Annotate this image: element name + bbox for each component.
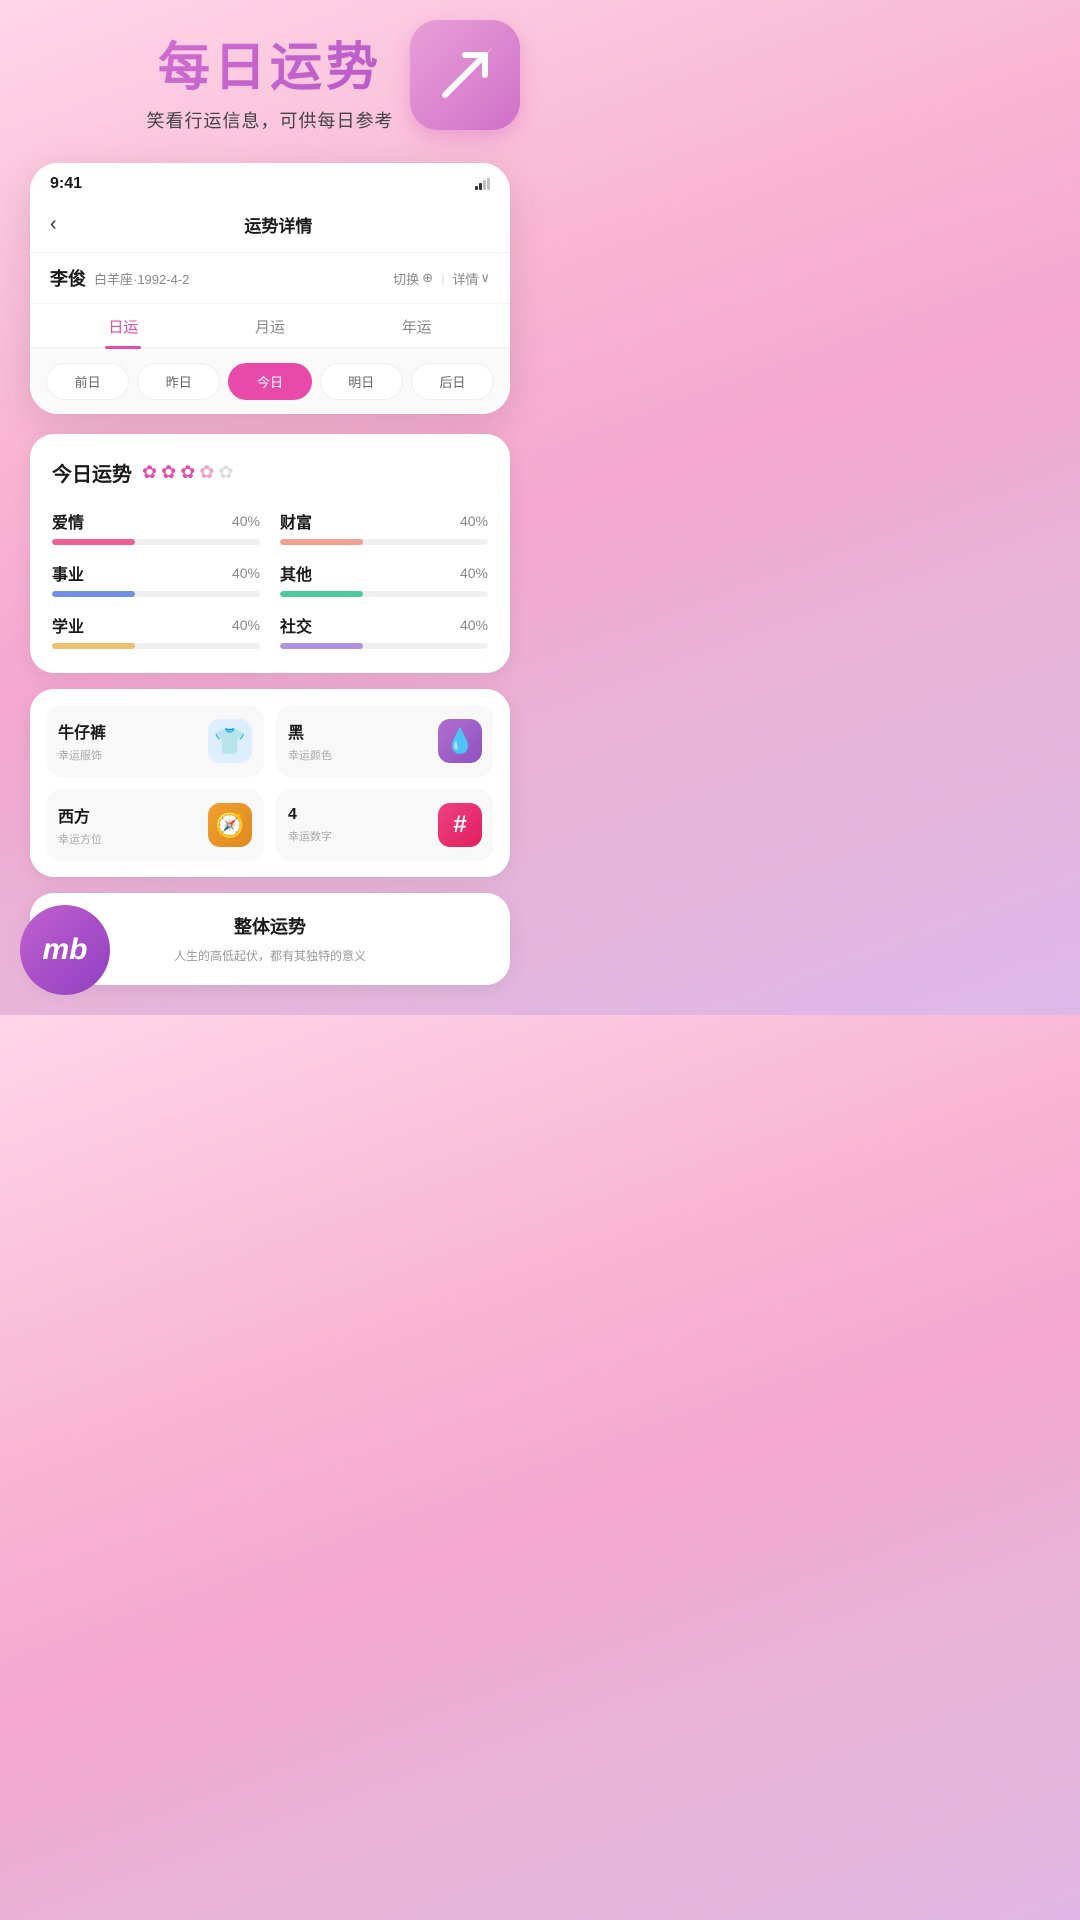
lucky-number-icon: # [438, 803, 482, 847]
fortune-career-bar [52, 591, 260, 597]
lucky-clothing-desc: 幸运服饰 [58, 747, 106, 763]
detail-button[interactable]: 详情 ∨ [452, 269, 490, 288]
signal-icon [475, 178, 490, 190]
lucky-number: 4 幸运数字 # [276, 789, 494, 861]
fortune-love-bar [52, 539, 260, 545]
fortune-wealth-fill [280, 539, 363, 545]
profile-info: 白羊座·1992-4-2 [94, 269, 189, 288]
fortune-career-label: 事业 [52, 561, 84, 585]
header-section: 每日运势 笑看行运信息，可供每日参考 [30, 40, 510, 133]
fortune-career-pct: 40% [232, 565, 260, 581]
fortune-social-fill [280, 643, 363, 649]
nav-title: 运势详情 [67, 212, 490, 237]
star-3: ✿ [180, 462, 195, 483]
lucky-color-icon: 💧 [438, 719, 482, 763]
fortune-social-label: 社交 [280, 613, 312, 637]
lucky-color-text: 黑 幸运颜色 [288, 719, 332, 763]
profile-actions: 切换 ⊕ | 详情 ∨ [393, 269, 490, 288]
lucky-direction: 西方 幸运方位 🧭 [46, 789, 264, 861]
status-icons [475, 178, 490, 190]
fortune-other: 其他 40% [280, 561, 488, 597]
profile-name: 李俊 [50, 265, 86, 291]
fortune-header: 今日运势 ✿ ✿ ✿ ✿ ✿ [52, 458, 488, 487]
profile-row: 李俊 白羊座·1992-4-2 切换 ⊕ | 详情 ∨ [30, 253, 510, 304]
fortune-title: 今日运势 [52, 458, 132, 487]
fortune-other-bar [280, 591, 488, 597]
divider: | [441, 271, 444, 286]
date-day-after[interactable]: 后日 [411, 363, 494, 400]
tab-monthly[interactable]: 月运 [197, 304, 344, 347]
lucky-number-text: 4 幸运数字 [288, 806, 332, 844]
fortune-wealth: 财富 40% [280, 509, 488, 545]
fortune-wealth-bar [280, 539, 488, 545]
lucky-direction-desc: 幸运方位 [58, 831, 102, 847]
lucky-color-value: 黑 [288, 719, 332, 743]
tab-yearly[interactable]: 年运 [343, 304, 490, 347]
fortune-wealth-pct: 40% [460, 513, 488, 529]
date-yesterday[interactable]: 昨日 [137, 363, 220, 400]
star-5: ✿ [218, 462, 233, 483]
fortune-other-label: 其他 [280, 561, 312, 585]
fortune-card: 今日运势 ✿ ✿ ✿ ✿ ✿ 爱情 40% [30, 434, 510, 673]
fortune-grid: 爱情 40% 财富 40% 事业 [52, 509, 488, 649]
fortune-career-fill [52, 591, 135, 597]
bottom-section: mb 整体运势 人生的高低起伏，都有其独特的意义 [30, 893, 510, 985]
fortune-social: 社交 40% [280, 613, 488, 649]
page-wrapper: 每日运势 笑看行运信息，可供每日参考 9:41 [0, 0, 540, 1015]
lucky-color-desc: 幸运颜色 [288, 747, 332, 763]
fortune-social-bar [280, 643, 488, 649]
sagittarius-badge [410, 20, 520, 130]
lucky-direction-value: 西方 [58, 803, 102, 827]
tabs-row: 日运 月运 年运 [30, 304, 510, 349]
date-today[interactable]: 今日 [228, 363, 311, 400]
lucky-grid: 牛仔裤 幸运服饰 👕 黑 幸运颜色 💧 西方 幸运方位 🧭 [30, 689, 510, 877]
date-before-yesterday[interactable]: 前日 [46, 363, 129, 400]
lucky-number-value: 4 [288, 806, 332, 824]
fortune-career: 事业 40% [52, 561, 260, 597]
lucky-number-desc: 幸运数字 [288, 828, 332, 844]
stars-row: ✿ ✿ ✿ ✿ ✿ [142, 462, 233, 483]
fortune-love: 爱情 40% [52, 509, 260, 545]
fortune-study-pct: 40% [232, 617, 260, 633]
virgo-icon: mb [43, 933, 88, 967]
switch-button[interactable]: 切换 ⊕ [393, 269, 433, 288]
fortune-study: 学业 40% [52, 613, 260, 649]
fortune-love-label: 爱情 [52, 509, 84, 533]
status-time: 9:41 [50, 175, 82, 193]
bottom-title: 整体运势 [50, 913, 490, 939]
tab-daily[interactable]: 日运 [50, 304, 197, 347]
virgo-badge: mb [20, 905, 110, 995]
sagittarius-icon [430, 40, 500, 110]
fortune-other-pct: 40% [460, 565, 488, 581]
fortune-study-bar [52, 643, 260, 649]
fortune-wealth-label: 财富 [280, 509, 312, 533]
fortune-love-pct: 40% [232, 513, 260, 529]
date-pills: 前日 昨日 今日 明日 后日 [30, 349, 510, 414]
bottom-desc: 人生的高低起伏，都有其独特的意义 [50, 947, 490, 965]
fortune-social-pct: 40% [460, 617, 488, 633]
lucky-clothing-icon: 👕 [208, 719, 252, 763]
date-tomorrow[interactable]: 明日 [320, 363, 403, 400]
lucky-clothing: 牛仔裤 幸运服饰 👕 [46, 705, 264, 777]
fortune-other-fill [280, 591, 363, 597]
star-4: ✿ [199, 462, 214, 483]
fortune-love-label-row: 爱情 40% [52, 509, 260, 533]
lucky-clothing-value: 牛仔裤 [58, 719, 106, 743]
fortune-study-label: 学业 [52, 613, 84, 637]
nav-bar: ‹ 运势详情 [30, 201, 510, 253]
lucky-clothing-text: 牛仔裤 幸运服饰 [58, 719, 106, 763]
back-button[interactable]: ‹ [50, 209, 67, 240]
lucky-direction-text: 西方 幸运方位 [58, 803, 102, 847]
phone-mockup: 9:41 ‹ 运势详情 李俊 白羊座·1992-4-2 切换 ⊕ | [30, 163, 510, 414]
fortune-study-fill [52, 643, 135, 649]
star-1: ✿ [142, 462, 157, 483]
fortune-love-fill [52, 539, 135, 545]
status-bar: 9:41 [30, 163, 510, 201]
lucky-color: 黑 幸运颜色 💧 [276, 705, 494, 777]
lucky-direction-icon: 🧭 [208, 803, 252, 847]
star-2: ✿ [161, 462, 176, 483]
